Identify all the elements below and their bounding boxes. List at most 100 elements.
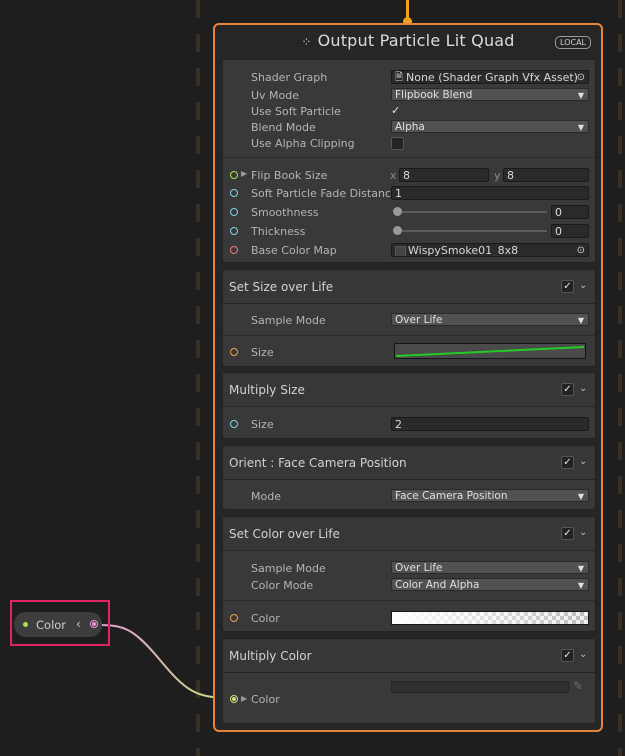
soft-fade-label: Soft Particle Fade Distance — [251, 187, 398, 200]
flow-dash-left — [196, 0, 200, 756]
base-color-map-field[interactable]: WispySmoke01_8x8 ⊙ — [391, 243, 589, 257]
block-set-size-over-life[interactable]: Set Size over Life ✓ ⌄ Sample Mode Over … — [222, 269, 596, 367]
smoothness-field[interactable]: 0 — [551, 205, 589, 219]
sample-mode-dropdown[interactable]: Over Life ▼ — [391, 313, 589, 326]
color-mode-label: Color Mode — [251, 579, 314, 592]
texture-thumbnail-icon — [395, 246, 406, 256]
block-header[interactable]: Set Color over Life — [223, 517, 595, 551]
size-label: Size — [251, 346, 274, 359]
smoothness-label: Smoothness — [251, 206, 319, 219]
color-mode-dropdown[interactable]: Color And Alpha ▼ — [391, 578, 589, 591]
block-enable-checkbox[interactable]: ✓ — [561, 383, 574, 396]
flipbook-x-label: x — [390, 169, 397, 182]
dropdown-arrow-icon: ▼ — [577, 492, 584, 501]
flipbook-label: Flip Book Size — [251, 169, 328, 182]
dropdown-arrow-icon: ▼ — [577, 564, 584, 573]
base-color-map-label: Base Color Map — [251, 244, 337, 257]
output-particle-lit-quad-node[interactable]: ⁘ Output Particle Lit Quad LOCAL Shader G… — [213, 23, 603, 732]
block-enable-checkbox[interactable]: ✓ — [561, 456, 574, 469]
soft-particle-checkbox[interactable]: ✓ — [391, 104, 400, 117]
color-z-value: 0 — [537, 703, 544, 716]
selection-highlight — [10, 600, 110, 646]
smoothness-port[interactable] — [230, 208, 238, 216]
mode-label: Mode — [251, 490, 281, 503]
chevron-down-icon[interactable]: ⌄ — [579, 280, 587, 291]
sample-mode-value: Over Life — [395, 314, 443, 326]
block-divider — [223, 600, 595, 601]
color-y-value: 0 — [471, 703, 478, 716]
blend-mode-label: Blend Mode — [251, 121, 316, 134]
block-header[interactable]: Multiply Size — [223, 373, 595, 407]
soft-fade-field[interactable]: 1 — [391, 186, 589, 200]
soft-fade-port[interactable] — [230, 189, 238, 197]
thickness-slider-handle[interactable] — [393, 226, 402, 235]
base-color-map-port[interactable] — [230, 246, 238, 254]
uv-mode-label: Uv Mode — [251, 89, 300, 102]
block-enable-checkbox[interactable]: ✓ — [561, 649, 574, 662]
block-multiply-color[interactable]: Multiply Color ✓ ⌄ ▶ Color ✎ x 0 y 0 z 0 — [222, 638, 596, 724]
block-multiply-size[interactable]: Multiply Size ✓ ⌄ Size 2 — [222, 372, 596, 439]
dropdown-arrow-icon: ▼ — [577, 91, 584, 100]
dropdown-arrow-icon: ▼ — [577, 581, 584, 590]
block-header[interactable]: Set Size over Life — [223, 270, 595, 304]
chevron-down-icon[interactable]: ⌄ — [579, 383, 587, 394]
sample-mode-dropdown[interactable]: Over Life ▼ — [391, 561, 589, 574]
settings-section: Shader Graph 🗎 None (Shader Graph Vfx Ass… — [222, 59, 596, 263]
block-orient-face-camera[interactable]: Orient : Face Camera Position ✓ ⌄ Mode F… — [222, 445, 596, 510]
node-title: ⁘ Output Particle Lit Quad — [215, 31, 601, 53]
flipbook-port[interactable] — [230, 171, 238, 179]
file-icon: 🗎 — [395, 72, 404, 83]
flipbook-x-field[interactable]: 8 — [399, 168, 489, 182]
chevron-down-icon[interactable]: ⌄ — [579, 649, 587, 660]
eyedropper-icon: ✎ — [573, 679, 584, 693]
flipbook-y-field[interactable]: 8 — [503, 168, 589, 182]
block-header[interactable]: Multiply Color — [223, 639, 595, 673]
object-picker-icon[interactable]: ⊙ — [577, 71, 585, 83]
block-enable-checkbox[interactable]: ✓ — [561, 280, 574, 293]
smoothness-slider-handle[interactable] — [393, 207, 402, 216]
blend-mode-dropdown[interactable]: Alpha ▼ — [391, 120, 589, 133]
object-picker-icon[interactable]: ⊙ — [577, 244, 585, 256]
mode-value: Face Camera Position — [395, 490, 508, 502]
alpha-clip-label: Use Alpha Clipping — [251, 137, 355, 150]
sample-mode-value: Over Life — [395, 562, 443, 574]
alpha-clip-checkbox[interactable] — [391, 137, 404, 150]
shader-graph-field[interactable]: 🗎 None (Shader Graph Vfx Asset) ⊙ — [391, 70, 589, 84]
sample-mode-label: Sample Mode — [251, 314, 326, 327]
color-swatch-field — [391, 681, 569, 693]
space-badge[interactable]: LOCAL — [555, 36, 591, 49]
block-set-color-over-life[interactable]: Set Color over Life ✓ ⌄ Sample Mode Over… — [222, 516, 596, 632]
blend-mode-value: Alpha — [395, 121, 425, 133]
soft-particle-label: Use Soft Particle — [251, 105, 341, 118]
shader-graph-value: None (Shader Graph Vfx Asset) — [406, 71, 578, 84]
thickness-slider-track[interactable] — [395, 230, 547, 232]
base-color-map-value: WispySmoke01_8x8 — [408, 244, 519, 257]
chevron-down-icon[interactable]: ⌄ — [579, 527, 587, 538]
color-port[interactable] — [230, 614, 238, 622]
color-gradient-field[interactable] — [391, 611, 589, 625]
color-x-value: 0 — [401, 703, 408, 716]
sample-mode-label: Sample Mode — [251, 562, 326, 575]
size-field[interactable]: 2 — [391, 417, 589, 431]
color-port-connected[interactable] — [230, 695, 238, 703]
block-enable-checkbox[interactable]: ✓ — [561, 527, 574, 540]
node-title-text: Output Particle Lit Quad — [317, 31, 515, 50]
size-curve-field[interactable] — [394, 343, 586, 359]
particle-dots-icon: ⁘ — [301, 35, 312, 49]
smoothness-slider-track[interactable] — [395, 211, 547, 213]
shader-graph-label: Shader Graph — [251, 71, 328, 84]
expand-arrow-icon[interactable]: ▶ — [241, 694, 247, 703]
mode-dropdown[interactable]: Face Camera Position ▼ — [391, 489, 589, 502]
size-port[interactable] — [230, 348, 238, 356]
expand-arrow-icon[interactable]: ▶ — [241, 169, 247, 178]
color-x-label: x — [391, 703, 398, 716]
color-z-label: z — [527, 703, 533, 716]
thickness-port[interactable] — [230, 227, 238, 235]
dropdown-arrow-icon: ▼ — [577, 316, 584, 325]
block-header[interactable]: Orient : Face Camera Position — [223, 446, 595, 480]
uv-mode-dropdown[interactable]: Flipbook Blend ▼ — [391, 88, 589, 101]
thickness-field[interactable]: 0 — [551, 224, 589, 238]
chevron-down-icon[interactable]: ⌄ — [579, 456, 587, 467]
size-port[interactable] — [230, 420, 238, 428]
size-label: Size — [251, 418, 274, 431]
